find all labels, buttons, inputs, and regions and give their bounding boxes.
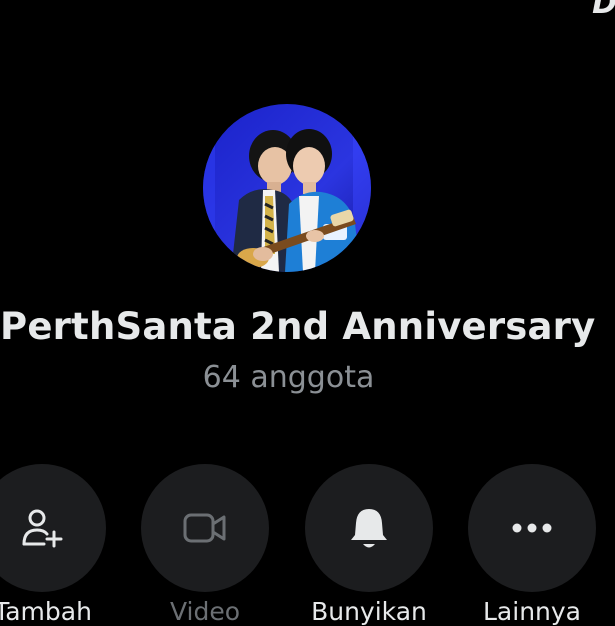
more-label: Lainnya: [483, 597, 581, 626]
more-dots-icon: [512, 523, 552, 533]
add-member-label: Tambah: [0, 597, 92, 626]
group-avatar[interactable]: [203, 104, 371, 272]
video-call-button[interactable]: [141, 464, 269, 592]
video-call-label: Video: [169, 597, 241, 626]
video-camera-icon: [182, 510, 228, 546]
unmute-label: Bunyikan: [311, 597, 427, 626]
bell-icon: [349, 506, 389, 550]
group-photo-avatar: [203, 104, 371, 272]
more-button[interactable]: [468, 464, 596, 592]
group-name: PerthSanta 2nd Anniversary: [0, 305, 596, 348]
add-person-icon: [20, 506, 64, 550]
unmute-button[interactable]: [305, 464, 433, 592]
top-right-edit-icon[interactable]: D: [592, 0, 615, 21]
member-count[interactable]: 64 anggota: [0, 360, 577, 395]
add-member-button[interactable]: [0, 464, 106, 592]
